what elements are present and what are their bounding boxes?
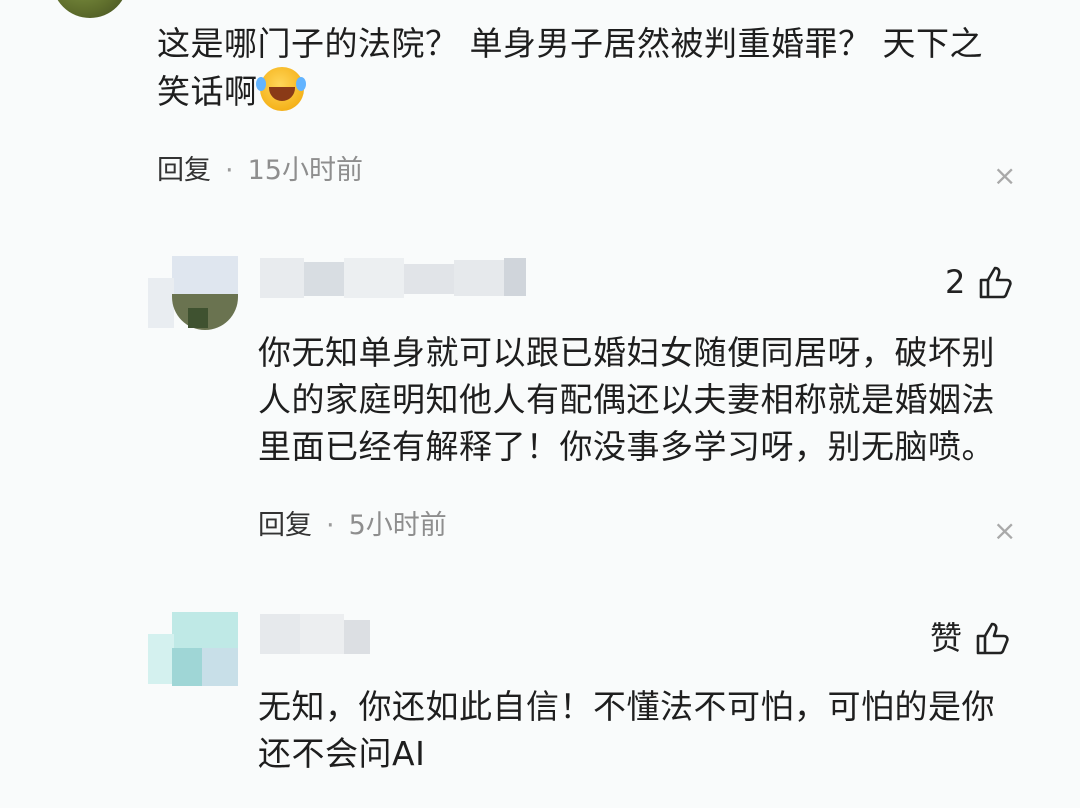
reply-meta: 回复 · 5小时前 — [258, 508, 447, 544]
comment-text: 这是哪门子的法院？ 单身男子居然被判重婚罪？ 天下之 笑话啊 — [157, 20, 983, 115]
comment-time: 15小时前 — [247, 155, 363, 186]
reply-text: 你无知单身就可以跟已婚妇女随便同居呀，破坏别 人的家庭明知他人有配偶还以夫妻相称… — [258, 329, 995, 470]
comment-line-2: 笑话啊 — [157, 67, 983, 115]
avatar[interactable] — [52, 0, 128, 18]
reply-button[interactable]: 回复 — [258, 510, 312, 541]
like-area[interactable]: 赞 — [930, 618, 1010, 658]
like-count: 2 — [945, 263, 966, 301]
comment-line-1: 这是哪门子的法院？ 单身男子居然被判重婚罪？ 天下之 — [157, 24, 983, 63]
reply-line: 里面已经有解释了！你没事多学习呀，别无脑喷。 — [258, 427, 995, 466]
reply-line: 你无知单身就可以跟已婚妇女随便同居呀，破坏别 — [258, 333, 995, 372]
thumbs-up-icon[interactable] — [974, 620, 1010, 656]
comment-meta: 回复 · 15小时前 — [157, 153, 363, 189]
username-blurred — [260, 614, 372, 656]
reply-line: 还不会问AI — [258, 734, 426, 773]
like-area[interactable]: 2 — [945, 262, 1013, 302]
reply-button[interactable]: 回复 — [157, 155, 211, 186]
like-label: 赞 — [930, 619, 963, 657]
close-icon[interactable]: × — [993, 517, 1016, 545]
reply-line: 无知，你还如此自信！不懂法不可怕，可怕的是你 — [258, 687, 995, 726]
avatar[interactable] — [148, 612, 240, 688]
reply-line: 人的家庭明知他人有配偶还以夫妻相称就是婚姻法 — [258, 380, 995, 419]
reply-time: 5小时前 — [348, 510, 447, 541]
thumbs-up-icon[interactable] — [977, 264, 1013, 300]
reply-text: 无知，你还如此自信！不懂法不可怕，可怕的是你 还不会问AI — [258, 683, 995, 777]
username-blurred — [260, 258, 530, 300]
close-icon[interactable]: × — [993, 162, 1016, 190]
avatar[interactable] — [148, 256, 240, 332]
laughing-crying-emoji-icon — [255, 67, 304, 111]
separator-dot: · — [225, 155, 234, 186]
separator-dot: · — [326, 510, 335, 541]
